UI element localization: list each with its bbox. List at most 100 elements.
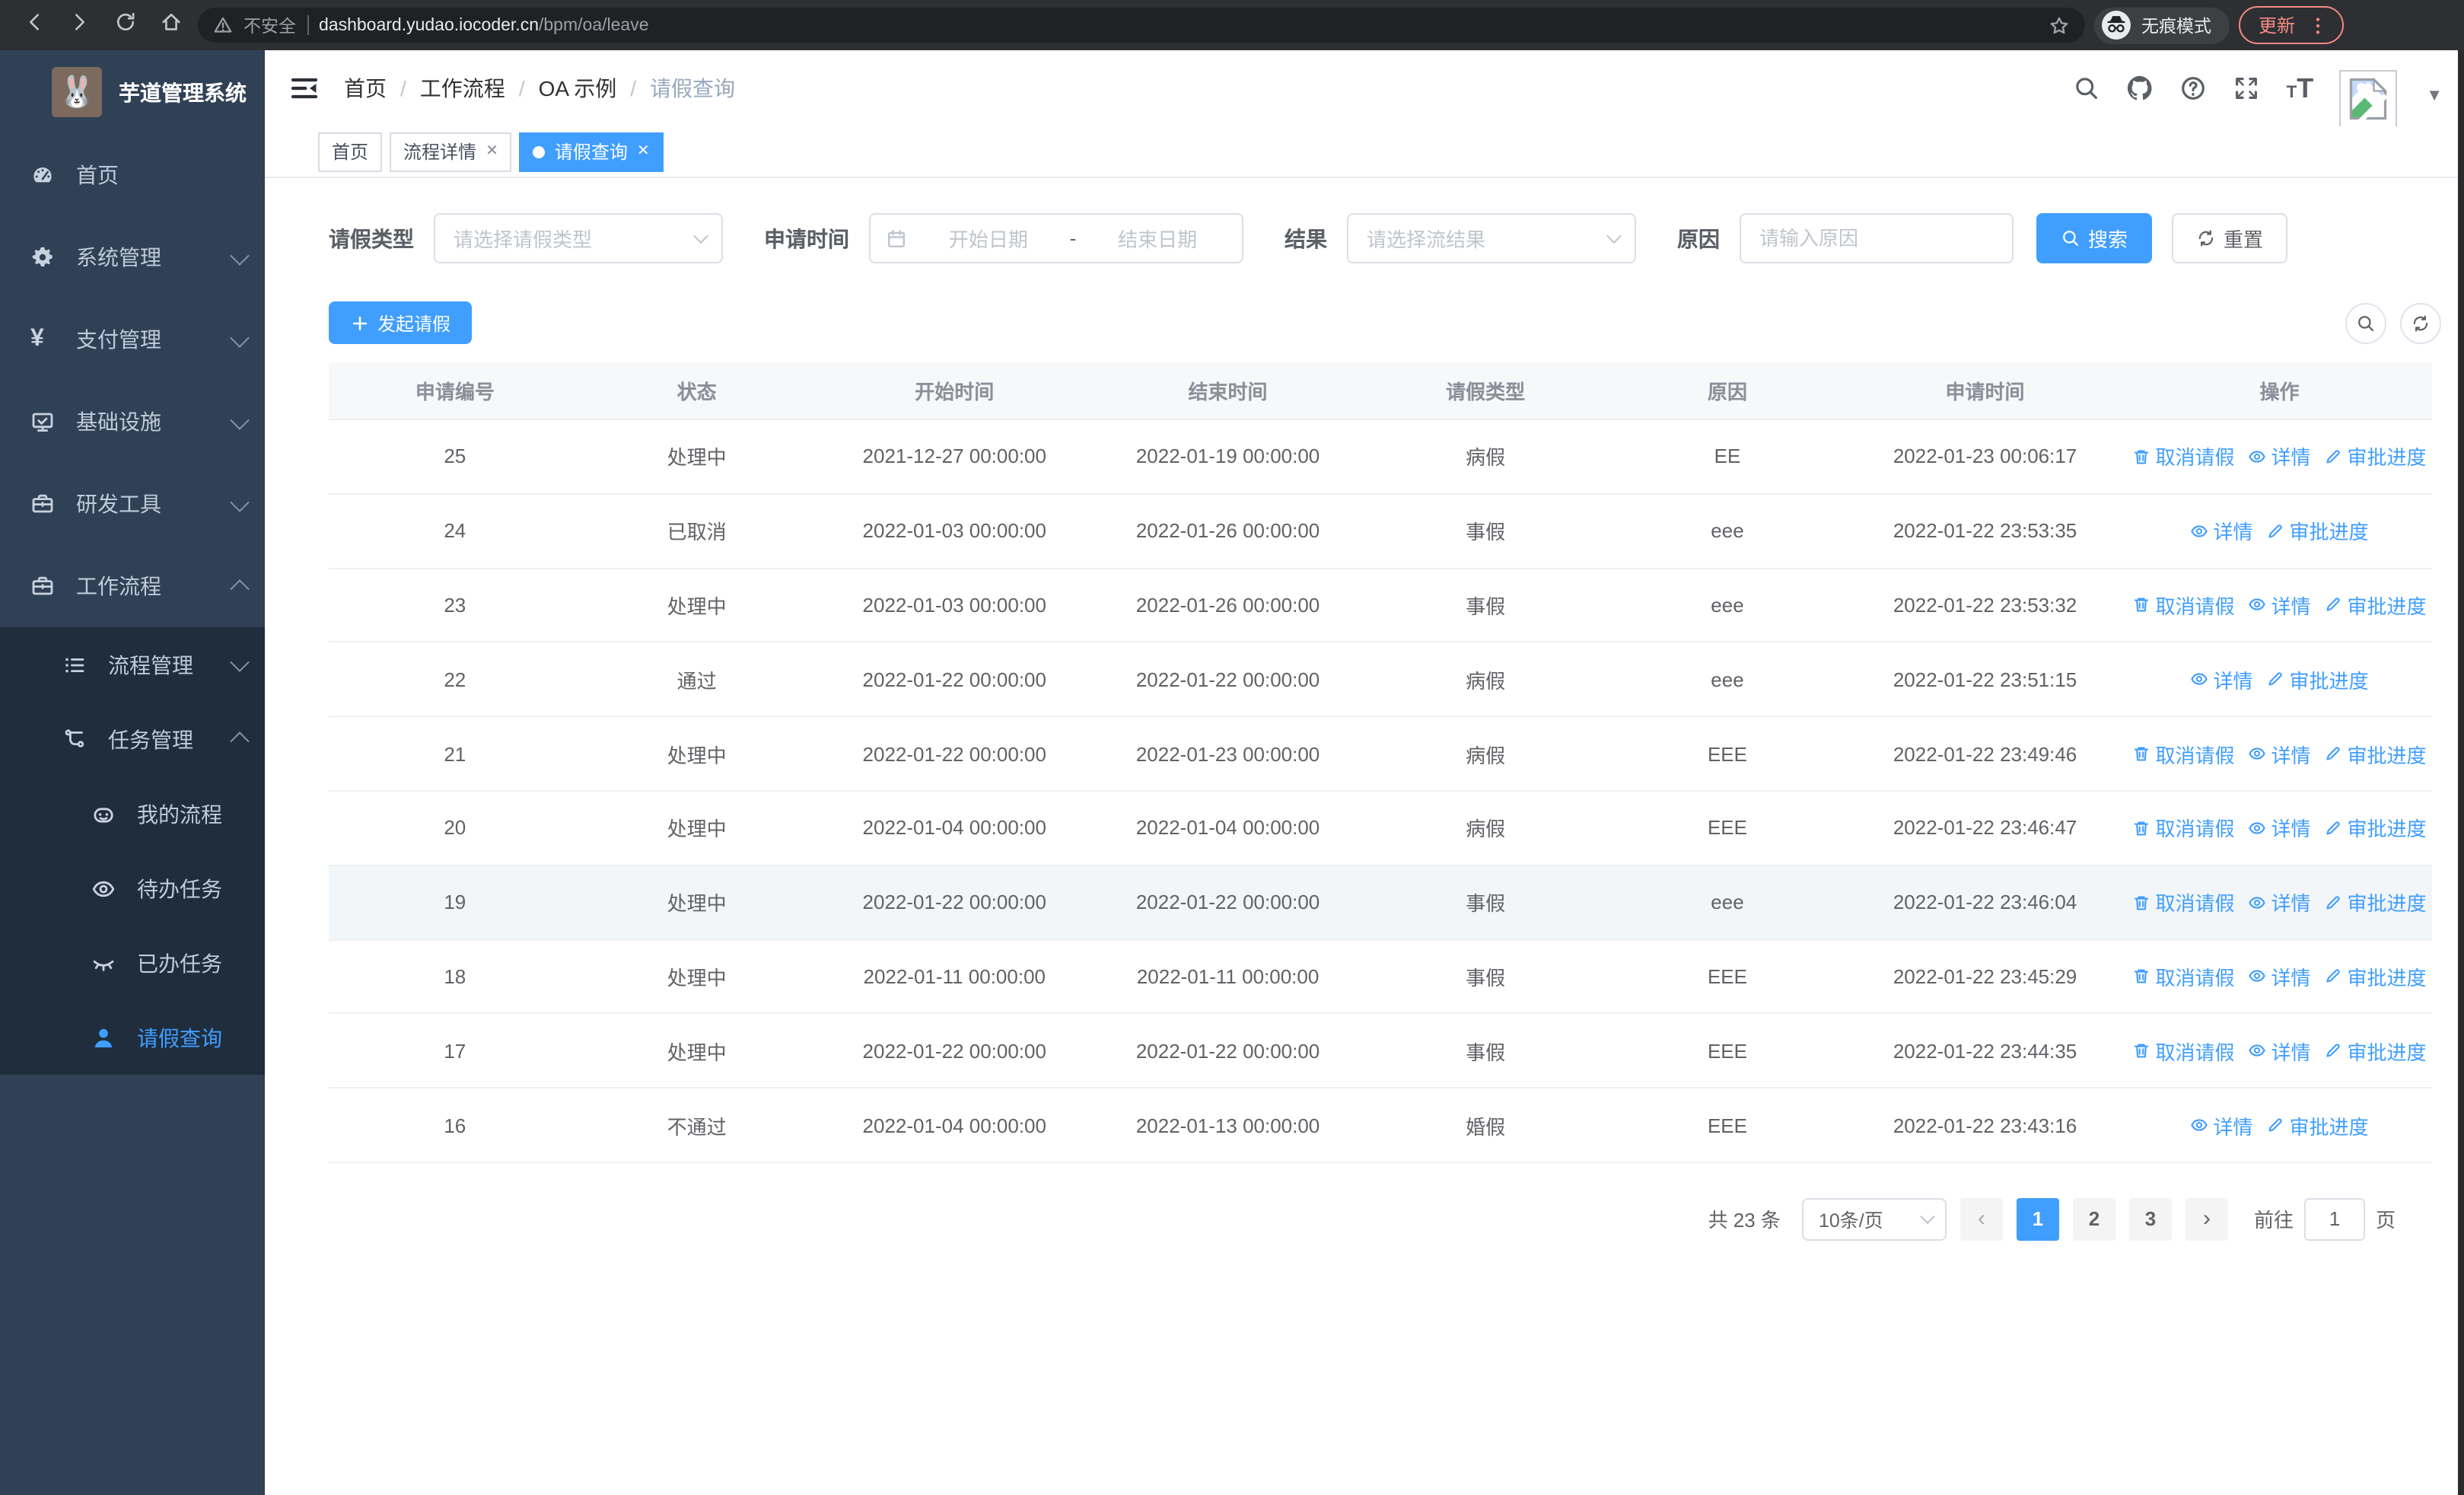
cancel-action-link[interactable]: 取消请假 — [2132, 814, 2234, 843]
detail-action-link[interactable]: 详情 — [2248, 888, 2311, 916]
tab-leave-query[interactable]: 请假查询 ✕ — [519, 132, 664, 171]
progress-action-link[interactable]: 审批进度 — [2325, 591, 2427, 620]
bookmark-star-icon[interactable] — [2049, 14, 2070, 36]
action-label: 详情 — [2213, 669, 2253, 693]
help-icon[interactable] — [2180, 75, 2208, 102]
browser-home-button[interactable] — [152, 7, 189, 43]
sidebar-item-dev-tools[interactable]: 研发工具 — [0, 463, 265, 545]
table-row: 21 处理中 2022-01-22 00:00:00 2022-01-23 00:00… — [329, 717, 2432, 792]
tab-process-detail[interactable]: 流程详情 ✕ — [390, 132, 512, 171]
search-button[interactable]: 搜索 — [2036, 213, 2153, 263]
pencil-icon — [2325, 967, 2343, 986]
tab-home[interactable]: 首页 — [318, 132, 383, 171]
address-bar[interactable]: 不安全 dashboard.yudao.iocoder.cn/bpm/oa/le… — [198, 8, 2085, 43]
avatar-caret-icon[interactable]: ▼ — [2426, 87, 2443, 105]
cancel-action-link[interactable]: 取消请假 — [2132, 888, 2234, 916]
breadcrumb-oa-example[interactable]: OA 示例 — [539, 73, 617, 104]
sidebar-item-leave-query[interactable]: 请假查询 — [0, 1000, 265, 1075]
detail-action-link[interactable]: 详情 — [2248, 739, 2311, 768]
apply-time-range-picker[interactable]: 开始日期 - 结束日期 — [869, 213, 1243, 263]
cell-status: 处理中 — [667, 1041, 727, 1064]
cancel-action-link[interactable]: 取消请假 — [2132, 739, 2234, 768]
page-button-1[interactable]: 1 — [2016, 1197, 2059, 1241]
progress-action-link[interactable]: 审批进度 — [2325, 442, 2427, 471]
progress-action-link[interactable]: 审批进度 — [2325, 814, 2427, 843]
refresh-table-button[interactable] — [2400, 302, 2441, 343]
sidebar-item-process-management[interactable]: 流程管理 — [0, 627, 265, 702]
detail-action-link[interactable]: 详情 — [2248, 814, 2311, 843]
sidebar-item-todo-tasks[interactable]: 待办任务 — [0, 851, 265, 926]
sidebar-item-payment[interactable]: ¥ 支付管理 — [0, 298, 265, 381]
not-secure-icon — [213, 15, 233, 35]
result-select[interactable]: 请选择流结果 — [1347, 213, 1636, 263]
browser-menu-icon[interactable] — [2307, 14, 2329, 36]
browser-forward-button[interactable] — [61, 7, 97, 43]
detail-action-link[interactable]: 详情 — [2248, 591, 2311, 620]
cell-leave-type: 病假 — [1466, 744, 1506, 767]
cancel-action-link[interactable]: 取消请假 — [2132, 1037, 2234, 1066]
action-label: 审批进度 — [2347, 744, 2427, 767]
sidebar-item-system[interactable]: 系统管理 — [0, 216, 265, 298]
pencil-icon — [2267, 521, 2285, 540]
font-size-icon[interactable]: TT — [2287, 72, 2314, 104]
result-label: 结果 — [1285, 226, 1327, 250]
cell-actions: 取消请假 详情 审批进度 — [2127, 739, 2432, 768]
detail-action-link[interactable]: 详情 — [2190, 665, 2253, 694]
create-leave-button[interactable]: 发起请假 — [329, 301, 473, 344]
close-icon[interactable]: ✕ — [485, 143, 498, 160]
progress-action-link[interactable]: 审批进度 — [2325, 962, 2427, 991]
cancel-action-link[interactable]: 取消请假 — [2132, 442, 2234, 471]
search-icon[interactable] — [2074, 75, 2101, 102]
action-label: 审批进度 — [2347, 892, 2427, 916]
filter-form: 请假类型 请选择请假类型 申请时间 开始日期 - 结束日期 结果 请选择流结果 … — [329, 213, 2441, 263]
cell-status: 处理中 — [667, 594, 727, 618]
column-header: 开始时间 — [915, 381, 995, 403]
fullscreen-icon[interactable] — [2233, 75, 2261, 102]
prev-page-button[interactable]: ‹ — [1959, 1197, 2003, 1241]
progress-action-link[interactable]: 审批进度 — [2267, 516, 2369, 545]
column-header: 状态 — [676, 381, 717, 403]
progress-action-link[interactable]: 审批进度 — [2325, 1037, 2427, 1066]
browser-reload-button[interactable] — [107, 7, 143, 43]
page-size-select[interactable]: 10条/页 — [1801, 1197, 1947, 1241]
home-icon — [159, 11, 182, 40]
sidebar-item-task-management[interactable]: 任务管理 — [0, 702, 265, 776]
close-icon[interactable]: ✕ — [637, 143, 650, 160]
next-page-button[interactable]: › — [2185, 1197, 2228, 1241]
reason-input[interactable] — [1759, 227, 1994, 250]
show-search-button[interactable] — [2345, 302, 2386, 343]
sidebar-item-my-process[interactable]: 我的流程 — [0, 776, 265, 851]
progress-action-link[interactable]: 审批进度 — [2325, 739, 2427, 768]
action-label: 审批进度 — [2289, 669, 2369, 693]
leave-type-select[interactable]: 请选择请假类型 — [434, 213, 723, 263]
cell-apply-time: 2022-01-22 23:45:29 — [1893, 964, 2077, 988]
goto-page-input[interactable] — [2303, 1197, 2365, 1241]
page-button-3[interactable]: 3 — [2128, 1197, 2172, 1241]
detail-action-link[interactable]: 详情 — [2190, 516, 2253, 545]
progress-action-link[interactable]: 审批进度 — [2325, 888, 2427, 916]
cell-id: 23 — [444, 593, 466, 617]
github-icon[interactable] — [2127, 75, 2154, 102]
sidebar-item-home[interactable]: 首页 — [0, 134, 265, 216]
sidebar-item-workflow[interactable]: 工作流程 — [0, 545, 265, 627]
detail-action-link[interactable]: 详情 — [2248, 442, 2311, 471]
avatar[interactable] — [2339, 70, 2398, 128]
sidebar-item-done-tasks[interactable]: 已办任务 — [0, 926, 265, 1000]
detail-action-link[interactable]: 详情 — [2190, 1111, 2253, 1140]
sidebar-item-infrastructure[interactable]: 基础设施 — [0, 381, 265, 463]
action-label: 取消请假 — [2155, 818, 2235, 841]
cancel-action-link[interactable]: 取消请假 — [2132, 591, 2234, 620]
column-header: 操作 — [2259, 381, 2300, 403]
breadcrumb-home[interactable]: 首页 — [344, 73, 387, 104]
detail-action-link[interactable]: 详情 — [2248, 962, 2311, 991]
cancel-action-link[interactable]: 取消请假 — [2132, 962, 2234, 991]
browser-back-button[interactable] — [15, 7, 52, 43]
reset-button[interactable]: 重置 — [2172, 213, 2288, 263]
page-button-2[interactable]: 2 — [2072, 1197, 2115, 1241]
progress-action-link[interactable]: 审批进度 — [2267, 665, 2369, 694]
progress-action-link[interactable]: 审批进度 — [2267, 1111, 2369, 1140]
browser-update-button[interactable]: 更新 — [2239, 6, 2345, 44]
sidebar-toggle-button[interactable] — [289, 73, 320, 104]
breadcrumb-workflow[interactable]: 工作流程 — [420, 73, 505, 104]
detail-action-link[interactable]: 详情 — [2248, 1037, 2311, 1066]
